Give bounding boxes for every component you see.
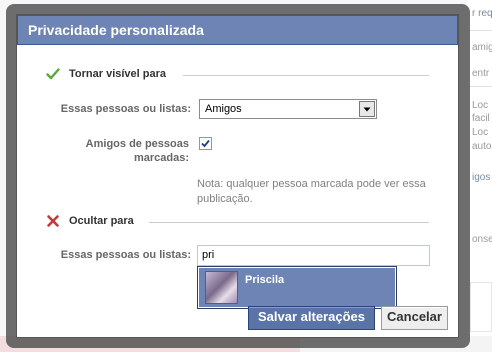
tagged-note: Nota: qualquer pessoa marcada pode ver e… xyxy=(197,178,426,205)
cancel-button[interactable]: Cancelar xyxy=(381,306,448,330)
background-text: r req xyxy=(472,8,492,19)
red-x-icon xyxy=(47,215,59,227)
checkbox-check-icon xyxy=(201,139,210,148)
background-divider xyxy=(468,30,492,31)
background-text: facil xyxy=(472,113,490,124)
tagged-friends-label: Amigos de pessoas marcadas: xyxy=(85,138,189,164)
save-changes-button[interactable]: Salvar alterações xyxy=(248,306,375,330)
hide-people-input[interactable]: pri xyxy=(197,245,430,266)
background-text: amig xyxy=(472,42,492,53)
background-text: Loc xyxy=(472,100,489,111)
background-text: onse xyxy=(472,234,492,245)
background-text: Loc xyxy=(472,127,489,138)
hide-people-or-lists-label: Essas pessoas ou listas: xyxy=(60,249,191,261)
background-text: igos xyxy=(472,172,491,183)
audience-select-value: Amigos xyxy=(205,103,242,115)
green-checkmark-icon xyxy=(46,68,60,80)
section-title-visible: Tornar visível para xyxy=(69,68,167,80)
people-or-lists-label: Essas pessoas ou listas: xyxy=(60,103,191,115)
background-panel xyxy=(470,282,492,332)
privacy-dialog: Privacidade personalizada Tornar visível… xyxy=(16,14,459,338)
hide-people-input-value: pri xyxy=(202,249,215,261)
background-text: entr xyxy=(472,68,490,79)
chevron-down-icon[interactable] xyxy=(359,101,375,117)
tagged-friends-checkbox[interactable] xyxy=(199,137,212,150)
audience-select[interactable]: Amigos xyxy=(199,99,377,119)
dialog-title: Privacidade personalizada xyxy=(17,15,458,45)
suggestion-name: Priscila xyxy=(245,274,285,286)
avatar xyxy=(205,271,238,304)
section-divider xyxy=(149,222,429,223)
background-text: auto xyxy=(472,141,492,152)
section-title-hide: Ocultar para xyxy=(69,215,134,227)
suggestion-dropdown: Priscila xyxy=(197,266,397,309)
section-divider xyxy=(183,75,429,76)
suggestion-item[interactable]: Priscila xyxy=(199,268,395,307)
background-divider xyxy=(468,86,492,87)
